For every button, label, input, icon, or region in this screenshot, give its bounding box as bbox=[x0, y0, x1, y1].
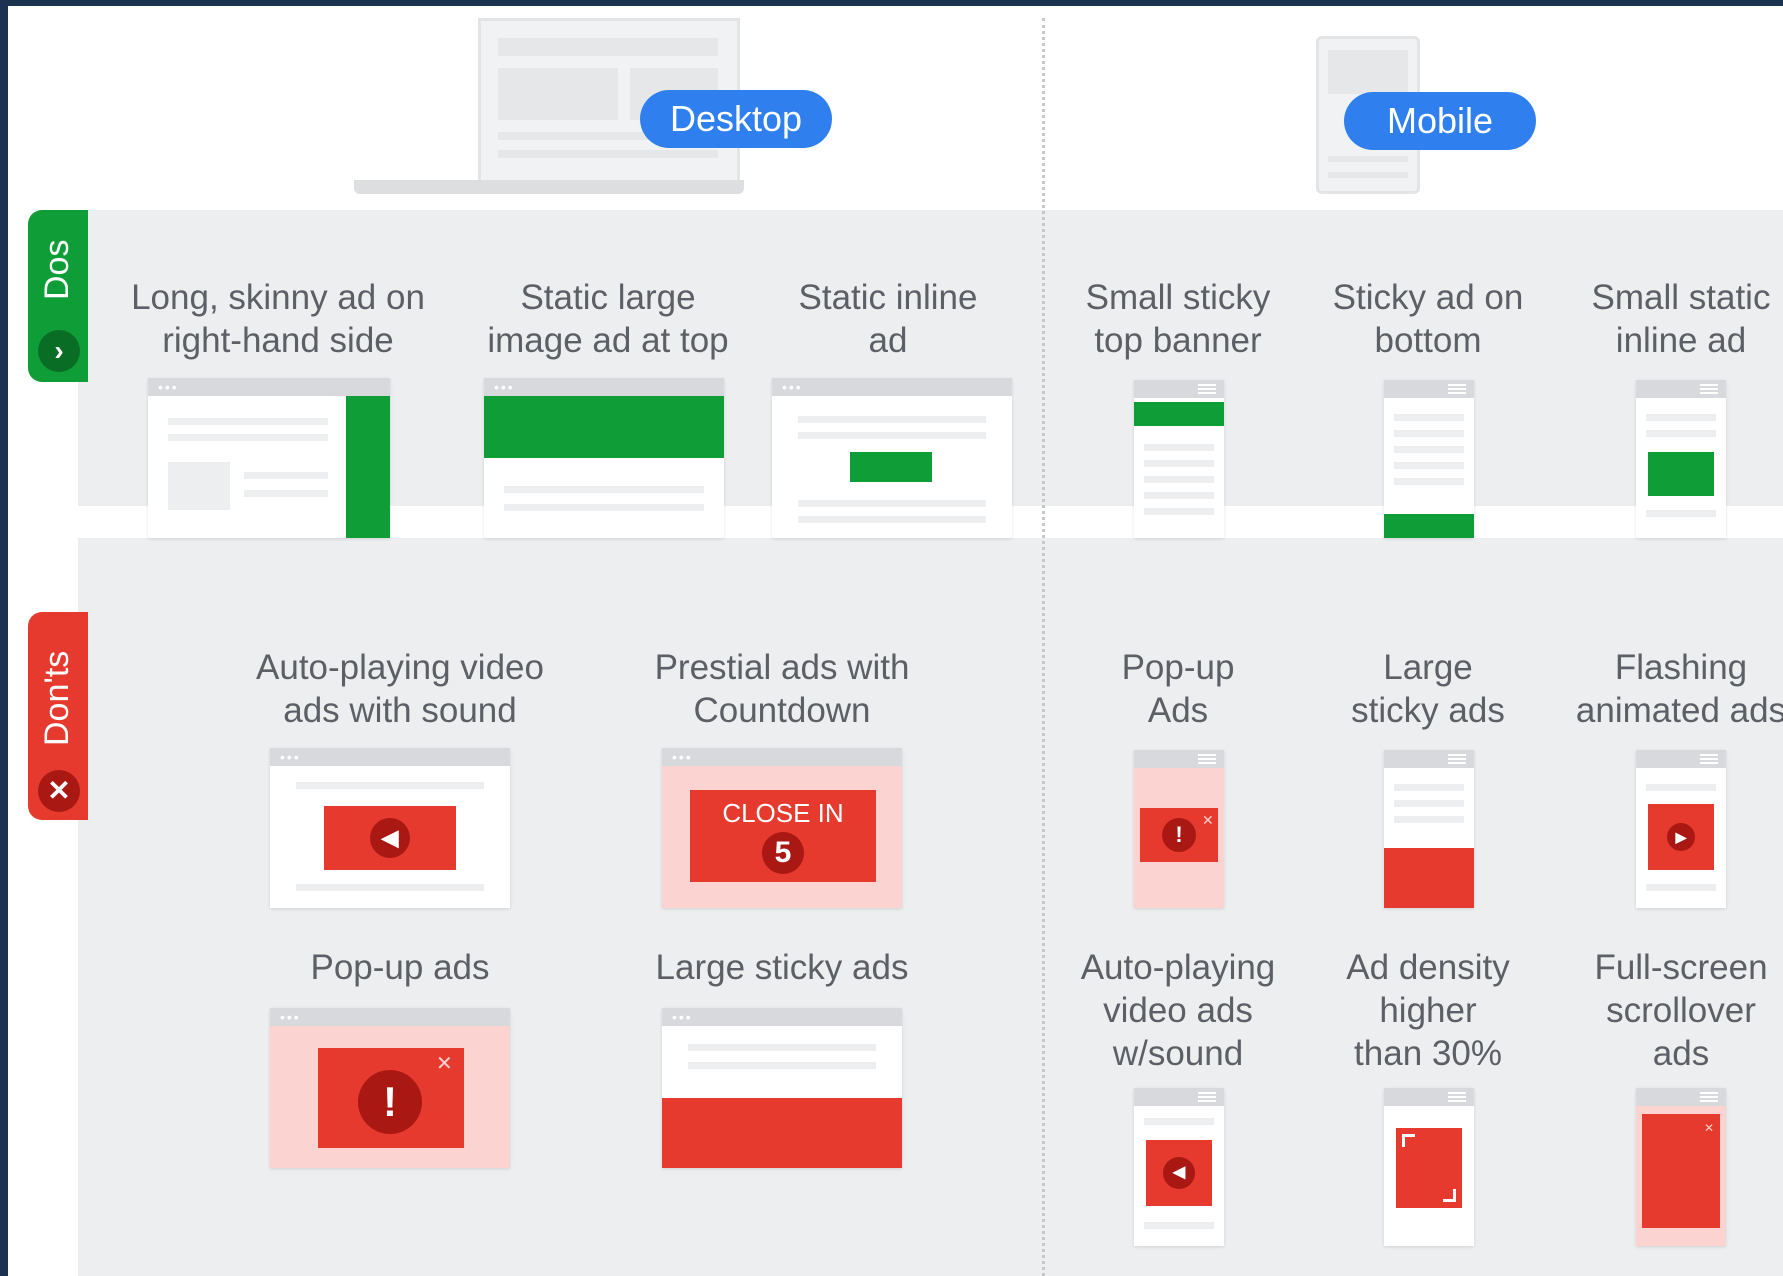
desktop-header-pill: Desktop bbox=[640, 90, 832, 148]
donts-tab-label: Don'ts bbox=[38, 650, 76, 746]
dont-label-large-sticky-desktop: Large sticky ads bbox=[655, 948, 909, 987]
popup-close-icon: ✕ bbox=[1704, 1121, 1715, 1135]
dont-mock-ad-density bbox=[1384, 1088, 1474, 1246]
dont-mock-autoplay-mobile: ◀ bbox=[1134, 1088, 1224, 1246]
column-divider bbox=[1042, 18, 1045, 1276]
countdown-text: CLOSE IN bbox=[722, 798, 844, 828]
do-mock-sticky-bottom bbox=[1384, 380, 1474, 538]
alert-icon: ! bbox=[1162, 818, 1196, 852]
popup-close-icon: ✕ bbox=[436, 1053, 453, 1075]
speaker-icon: ◀ bbox=[1163, 1157, 1195, 1189]
dont-mock-popup-mobile: ! ✕ bbox=[1134, 750, 1224, 908]
popup-close-icon: ✕ bbox=[1202, 812, 1214, 828]
do-label-sticky-top: Small sticky top banner bbox=[1085, 278, 1271, 360]
play-icon: ▶ bbox=[1667, 823, 1695, 851]
mobile-header-pill: Mobile bbox=[1344, 92, 1536, 150]
dont-label-ad-density: Ad density higher than 30% bbox=[1346, 948, 1510, 1073]
do-mock-static-inline: ••• bbox=[772, 378, 1012, 538]
do-mock-small-inline bbox=[1636, 380, 1726, 538]
do-label-sticky-bottom: Sticky ad on bottom bbox=[1332, 278, 1524, 360]
dont-mock-prestitial: ••• CLOSE IN 5 bbox=[662, 748, 902, 908]
speaker-icon: ◀ bbox=[370, 818, 410, 858]
dont-label-popup-mobile: Pop-up Ads bbox=[1121, 648, 1235, 730]
dont-label-autoplay-desktop: Auto-playing video ads with sound bbox=[256, 648, 544, 730]
do-label-skinny-right: Long, skinny ad on right-hand side bbox=[131, 278, 425, 360]
do-label-small-inline: Small static inline ad bbox=[1591, 278, 1771, 360]
ad-guidelines-infographic: Desktop Mobile Dos › Don'ts ✕ Long, skin… bbox=[8, 6, 1783, 1276]
dont-mock-large-sticky-desktop: ••• bbox=[662, 1008, 902, 1168]
do-mock-skinny-right: ••• bbox=[148, 378, 390, 538]
dont-mock-large-sticky-mobile bbox=[1384, 750, 1474, 908]
dont-label-autoplay-mobile: Auto-playing video ads w/sound bbox=[1080, 948, 1276, 1073]
close-icon: ✕ bbox=[38, 770, 80, 812]
countdown-number: 5 bbox=[762, 832, 804, 874]
alert-icon: ! bbox=[358, 1070, 422, 1134]
do-label-static-inline: Static inline ad bbox=[798, 278, 978, 360]
dont-mock-flashing: ▶ bbox=[1636, 750, 1726, 908]
dont-label-fullscreen-scroll: Full-screen scrollover ads bbox=[1594, 948, 1768, 1073]
dont-mock-fullscreen-scroll: ✕ bbox=[1636, 1088, 1726, 1246]
dont-label-prestitial: Prestial ads with Countdown bbox=[654, 648, 910, 730]
dont-label-popup-desktop: Pop-up ads bbox=[310, 948, 490, 987]
do-mock-large-top: ••• bbox=[484, 378, 724, 538]
dont-mock-popup-desktop: ••• ! ✕ bbox=[270, 1008, 510, 1168]
do-label-large-top: Static large image ad at top bbox=[487, 278, 729, 360]
dont-label-flashing: Flashing animated ads bbox=[1575, 648, 1783, 730]
expand-icon bbox=[1396, 1128, 1462, 1208]
dont-mock-autoplay-desktop: ••• ◀ bbox=[270, 748, 510, 908]
dos-tab-label: Dos bbox=[38, 239, 76, 300]
checkmark-icon: › bbox=[38, 330, 80, 372]
dont-label-large-sticky-mobile: Large sticky ads bbox=[1351, 648, 1505, 730]
do-mock-sticky-top bbox=[1134, 380, 1224, 538]
